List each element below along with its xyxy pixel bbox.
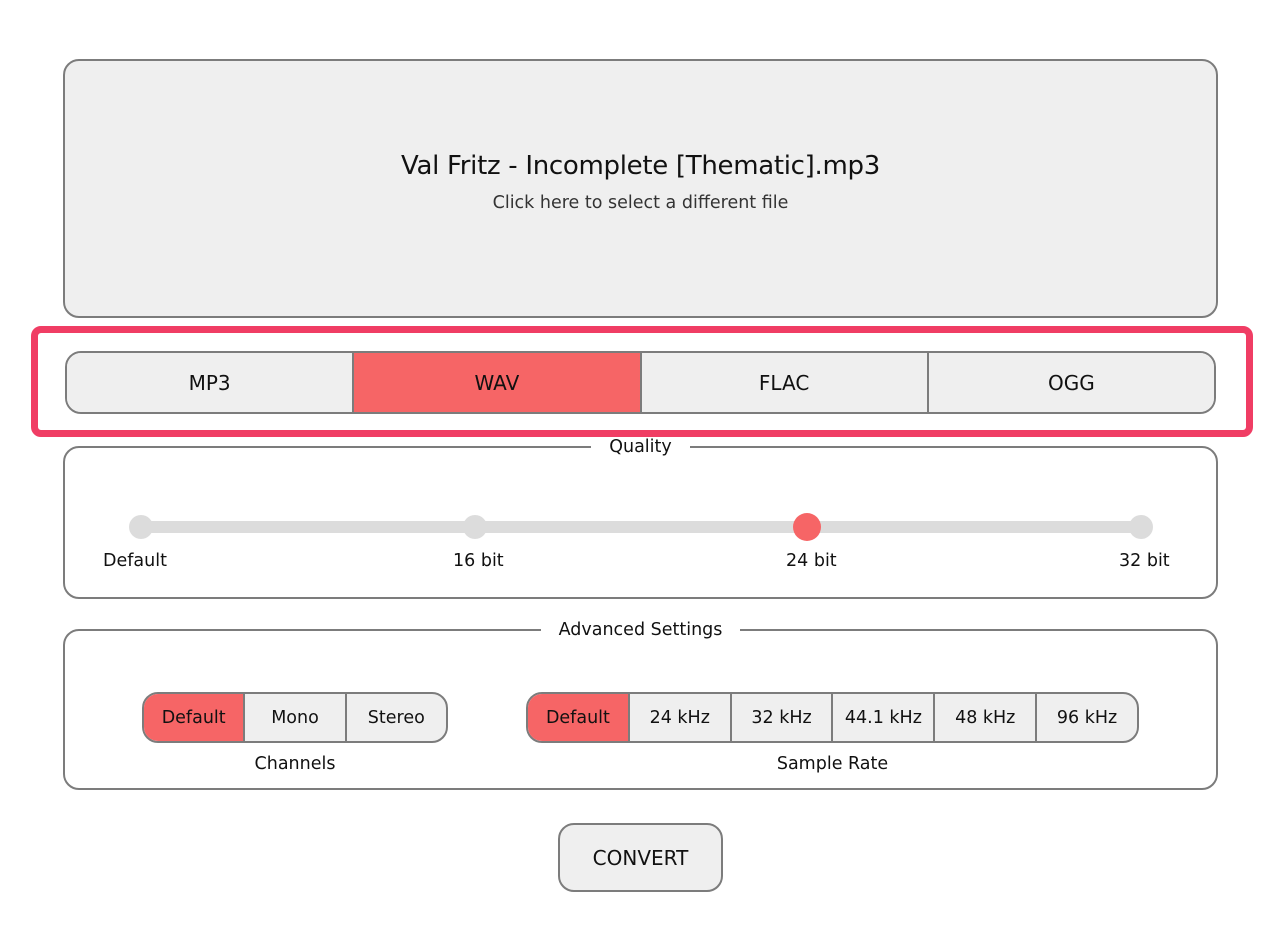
sample-rate-selector: Default 24 kHz 32 kHz 44.1 kHz 48 kHz 96… xyxy=(526,692,1139,743)
quality-label-16bit: 16 bit xyxy=(453,551,504,571)
format-option-ogg[interactable]: OGG xyxy=(928,353,1214,412)
channels-option-mono[interactable]: Mono xyxy=(245,694,347,741)
quality-panel: Quality Default 16 bit 24 bit 32 bit xyxy=(63,437,1218,599)
quality-stop-32bit[interactable] xyxy=(1129,515,1153,539)
sample-rate-option-44-1khz[interactable]: 44.1 kHz xyxy=(833,694,936,741)
quality-slider-thumb[interactable] xyxy=(793,513,821,541)
format-option-wav[interactable]: WAV xyxy=(354,353,642,412)
channels-option-default[interactable]: Default xyxy=(144,694,246,741)
sample-rate-option-48khz[interactable]: 48 kHz xyxy=(935,694,1038,741)
quality-legend: Quality xyxy=(609,437,672,457)
format-option-flac[interactable]: FLAC xyxy=(641,353,929,412)
format-selector: MP3 WAV FLAC OGG xyxy=(65,351,1216,414)
advanced-settings-legend: Advanced Settings xyxy=(558,620,723,640)
channels-option-stereo[interactable]: Stereo xyxy=(347,694,446,741)
quality-label-32bit: 32 bit xyxy=(1119,551,1170,571)
advanced-settings-panel: Advanced Settings Default Mono Stereo Ch… xyxy=(63,620,1218,790)
quality-slider-track[interactable] xyxy=(141,521,1143,533)
format-option-mp3[interactable]: MP3 xyxy=(67,353,355,412)
file-select-area[interactable]: Val Fritz - Incomplete [Thematic].mp3 Cl… xyxy=(63,59,1218,318)
quality-label-24bit: 24 bit xyxy=(786,551,837,571)
channels-label: Channels xyxy=(254,754,336,774)
sample-rate-option-32khz[interactable]: 32 kHz xyxy=(732,694,834,741)
file-name: Val Fritz - Incomplete [Thematic].mp3 xyxy=(401,150,880,181)
sample-rate-option-default[interactable]: Default xyxy=(528,694,630,741)
quality-stop-default[interactable] xyxy=(129,515,153,539)
sample-rate-option-24khz[interactable]: 24 kHz xyxy=(630,694,732,741)
channels-selector: Default Mono Stereo xyxy=(142,692,448,743)
sample-rate-label: Sample Rate xyxy=(776,754,889,774)
file-select-hint: Click here to select a different file xyxy=(492,192,789,213)
sample-rate-option-96khz[interactable]: 96 kHz xyxy=(1037,694,1137,741)
convert-button[interactable]: CONVERT xyxy=(558,823,723,892)
quality-label-default: Default xyxy=(103,551,167,571)
quality-stop-16bit[interactable] xyxy=(463,515,487,539)
